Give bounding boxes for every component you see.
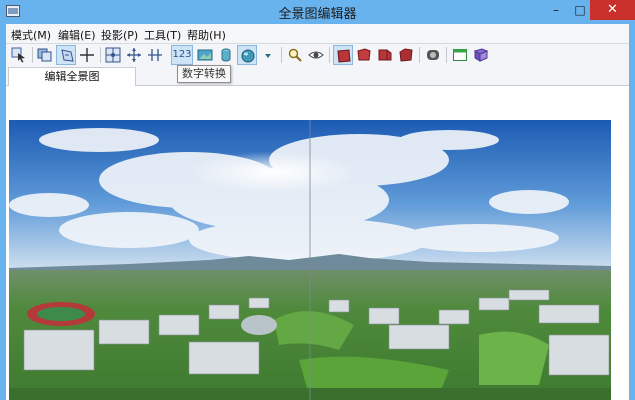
cylinder-icon	[221, 48, 231, 62]
crosshair-button[interactable]	[77, 45, 97, 65]
panorama-image[interactable]	[9, 120, 611, 400]
book-button[interactable]	[471, 45, 491, 65]
menu-projection[interactable]: 投影(P)	[101, 27, 138, 43]
cube-face-2-icon	[357, 48, 371, 61]
window-icon	[453, 49, 467, 61]
toolbar-separator	[32, 47, 33, 63]
image-icon	[197, 49, 213, 61]
toolbar-separator	[419, 47, 420, 63]
window-title: 全景图编辑器	[278, 7, 357, 22]
toolbar-separator	[100, 47, 101, 63]
split-icon	[148, 49, 162, 61]
eye-button[interactable]	[306, 45, 326, 65]
toolbar: 123	[6, 44, 629, 66]
cube-face-2-button[interactable]	[354, 45, 374, 65]
badge-button[interactable]	[423, 45, 443, 65]
menu-mode[interactable]: 模式(M)	[11, 27, 51, 43]
tab-edit-panorama[interactable]: 编辑全景图	[8, 67, 136, 86]
number-convert-button[interactable]: 123	[171, 45, 193, 65]
editor-canvas[interactable]	[6, 86, 629, 400]
grid-button[interactable]	[103, 45, 123, 65]
toolbar-separator	[446, 47, 447, 63]
toolbar-separator	[281, 47, 282, 63]
app-window: 全景图编辑器 – □ ✕ 模式(M) 编辑(E) 投影(P) 工具(T) 帮助(…	[0, 0, 635, 400]
cylinder-button[interactable]	[216, 45, 236, 65]
window-button[interactable]	[450, 45, 470, 65]
cube-face-4-icon	[399, 48, 413, 62]
copy-layers-button[interactable]	[35, 45, 55, 65]
eye-icon	[308, 51, 324, 59]
cube-face-1-button[interactable]	[333, 45, 353, 65]
rotate-select-icon	[61, 49, 74, 62]
menu-tools[interactable]: 工具(T)	[144, 27, 181, 43]
copy-layers-icon	[37, 48, 52, 62]
dropdown-icon	[265, 54, 271, 58]
cube-face-4-button[interactable]	[396, 45, 416, 65]
image-button[interactable]	[195, 45, 215, 65]
menu-help[interactable]: 帮助(H)	[187, 27, 226, 43]
cube-face-1-icon	[337, 49, 351, 63]
move-point-button[interactable]	[124, 45, 144, 65]
book-icon	[473, 48, 489, 62]
tooltip: 数字转换	[177, 65, 231, 83]
select-arrow-button[interactable]	[9, 45, 29, 65]
sphere-icon	[241, 49, 255, 63]
split-button[interactable]	[145, 45, 165, 65]
rotate-select-button[interactable]	[56, 45, 76, 65]
sphere-button[interactable]	[237, 45, 257, 65]
select-arrow-icon	[11, 47, 25, 63]
sphere-dropdown-button[interactable]	[258, 45, 278, 65]
cube-face-3-button[interactable]	[375, 45, 395, 65]
crosshair-icon	[80, 48, 94, 62]
minimize-button[interactable]: –	[543, 0, 569, 20]
zoom-icon	[288, 48, 302, 62]
cube-face-3-icon	[378, 49, 392, 61]
grid-icon	[105, 47, 121, 63]
badge-icon	[427, 50, 439, 60]
close-button[interactable]: ✕	[590, 0, 635, 20]
menu-edit[interactable]: 编辑(E)	[58, 27, 96, 43]
move-point-icon	[127, 48, 141, 62]
title-bar[interactable]: 全景图编辑器 – □ ✕	[0, 0, 635, 24]
zoom-button[interactable]	[285, 45, 305, 65]
tab-strip: 编辑全景图	[6, 66, 629, 86]
menu-bar: 模式(M) 编辑(E) 投影(P) 工具(T) 帮助(H)	[6, 24, 629, 44]
toolbar-separator	[329, 47, 330, 63]
